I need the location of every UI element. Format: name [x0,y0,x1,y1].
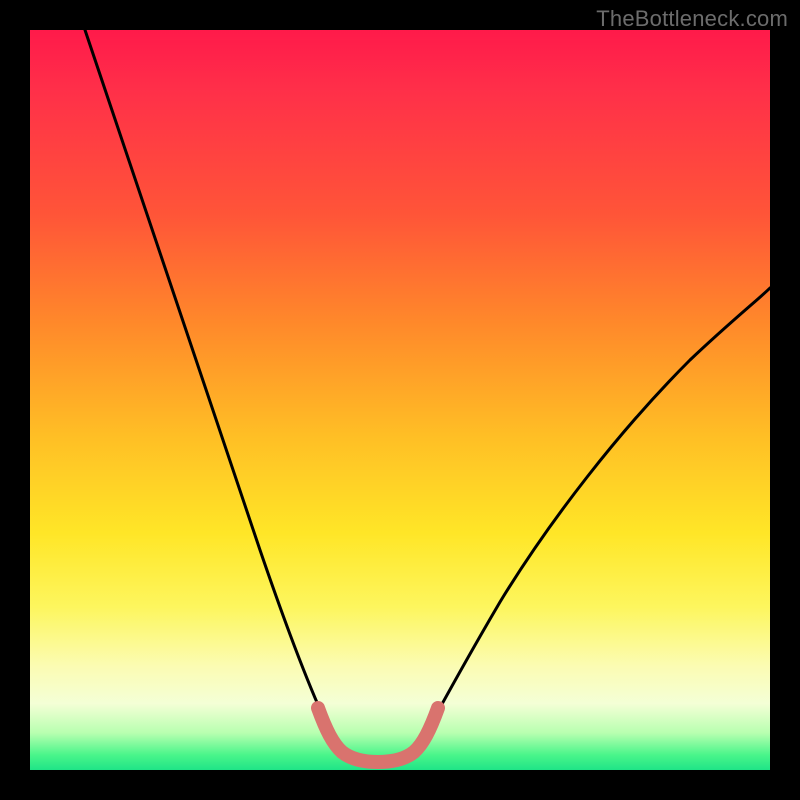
chart-frame: TheBottleneck.com [0,0,800,800]
curve-left-branch [85,30,338,748]
plot-area [30,30,770,770]
curve-valley-highlight [318,708,438,762]
watermark-text: TheBottleneck.com [596,6,788,32]
bottleneck-curve [30,30,770,770]
curve-right-branch [418,288,770,748]
